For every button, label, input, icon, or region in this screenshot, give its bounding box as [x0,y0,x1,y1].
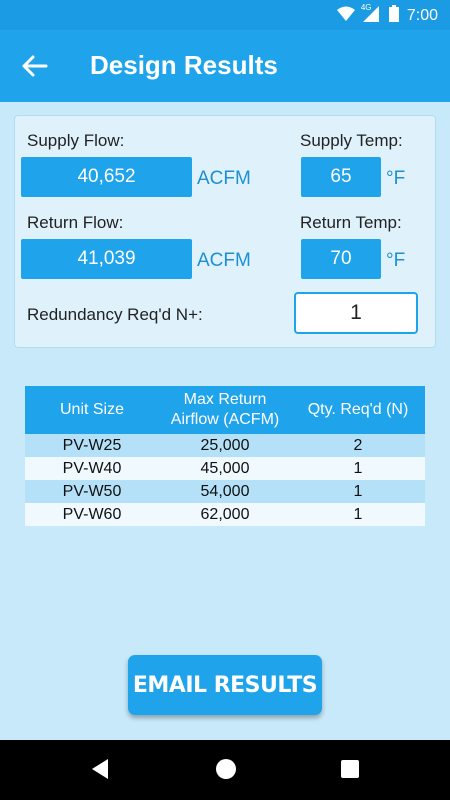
qty-cell: 2 [291,434,425,457]
return-flow-unit: ACFM [197,250,251,271]
return-temp-label: Return Temp: [300,213,402,232]
supply-flow-label: Supply Flow: [27,131,125,150]
redundancy-input[interactable]: 1 [294,292,418,334]
return-temp-value: 70 [301,239,381,279]
max-airflow-cell: 25,000 [159,434,291,457]
unit-size-cell: PV-W25 [25,434,159,457]
nav-recents-button[interactable] [340,758,360,785]
back-button[interactable] [18,50,52,82]
qty-cell: 1 [291,503,425,526]
table-row: PV-W40 45,000 1 [25,457,425,480]
status-time: 7:00 [406,7,438,24]
navigation-bar [0,740,450,800]
return-flow-label: Return Flow: [27,213,124,232]
nav-back-button[interactable] [90,758,110,785]
qty-cell: 1 [291,457,425,480]
status-bar: 4G 7:00 [0,0,450,30]
arrow-back-icon [22,55,48,77]
return-flow-value: 41,039 [21,239,192,279]
results-table: Unit Size Max Return Airflow (ACFM) Qty.… [25,386,425,526]
app-bar: Design Results [0,30,450,102]
triangle-back-icon [92,759,108,779]
header-max-return-airflow: Max Return Airflow (ACFM) [159,386,291,434]
page-title: Design Results [90,50,278,80]
email-results-button[interactable]: EMAIL RESULTS [128,655,322,715]
supply-temp-unit: °F [386,168,406,189]
header-qty-reqd: Qty. Req'd (N) [291,386,425,434]
square-recents-icon [341,760,359,778]
unit-size-cell: PV-W60 [25,503,159,526]
nav-home-button[interactable] [215,758,237,785]
wifi-icon [336,6,355,27]
max-airflow-cell: 62,000 [159,503,291,526]
unit-size-cell: PV-W50 [25,480,159,503]
header-unit-size: Unit Size [25,386,159,434]
supply-temp-label: Supply Temp: [300,131,403,150]
return-temp-unit: °F [386,250,406,271]
supply-flow-value: 40,652 [21,157,192,197]
table-row: PV-W50 54,000 1 [25,480,425,503]
table-header-row: Unit Size Max Return Airflow (ACFM) Qty.… [25,386,425,434]
network-type-label: 4G [360,2,372,12]
max-airflow-cell: 45,000 [159,457,291,480]
qty-cell: 1 [291,480,425,503]
supply-temp-value: 65 [301,157,381,197]
max-airflow-cell: 54,000 [159,480,291,503]
redundancy-label: Redundancy Req'd N+: [27,305,203,324]
supply-flow-unit: ACFM [197,168,251,189]
table-row: PV-W60 62,000 1 [25,503,425,526]
unit-size-cell: PV-W40 [25,457,159,480]
table-row: PV-W25 25,000 2 [25,434,425,457]
battery-icon [388,5,399,27]
signal-icon: 4G [360,2,381,27]
circle-home-icon [216,759,236,779]
